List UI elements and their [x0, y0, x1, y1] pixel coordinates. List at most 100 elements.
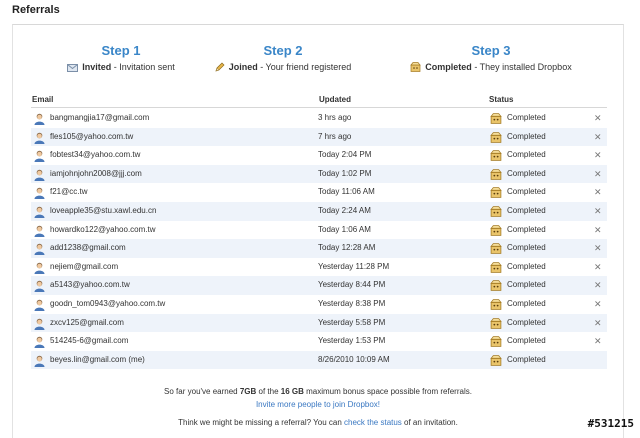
user-icon [34, 206, 45, 218]
table-row: fles105@yahoo.com.tw 7 hrs ago Completed ✕ [31, 127, 607, 147]
remove-icon[interactable]: ✕ [594, 169, 602, 180]
referral-updated: 8/26/2010 10:09 AM [318, 354, 390, 364]
user-icon [34, 113, 45, 125]
referral-status: Completed [507, 317, 546, 327]
referral-updated: Today 1:06 AM [318, 224, 371, 234]
table-row: 514245-6@gmail.com Yesterday 1:53 PM Compl… [31, 332, 607, 351]
user-icon [34, 132, 45, 144]
table-row: loveapple35@stu.xawl.edu.cn Today 2:24 AM… [31, 201, 607, 221]
referral-updated: 7 hrs ago [318, 131, 352, 141]
step-1-title: Step 1 [101, 43, 141, 58]
column-header-email[interactable]: Email [32, 95, 53, 104]
referral-updated: Yesterday 11:28 PM [318, 261, 390, 271]
referral-email: nejiem@gmail.com [50, 261, 119, 271]
column-header-updated[interactable]: Updated [319, 95, 351, 104]
remove-icon[interactable]: ✕ [594, 243, 602, 254]
referral-email: zxcv125@gmail.com [50, 317, 124, 327]
remove-icon[interactable]: ✕ [594, 262, 602, 273]
referral-email: f21@cc.tw [50, 187, 88, 197]
step-3-desc: - They installed Dropbox [471, 62, 572, 72]
referral-status: Completed [507, 298, 546, 308]
pencil-icon [215, 62, 225, 72]
user-icon [34, 336, 45, 349]
user-icon [34, 187, 45, 200]
dropbox-box-icon [490, 224, 502, 238]
referral-status: Completed [507, 261, 546, 271]
table-row: iamjohnjohn2008@jjj.com Today 1:02 PM Comp… [31, 164, 607, 184]
referrals-table: bangmangjia17@gmail.com 3 hrs ago Complete… [31, 109, 607, 370]
referral-updated: Yesterday 5:58 PM [318, 317, 386, 327]
step-2-status: Joined [228, 62, 258, 72]
dropbox-box-icon [490, 280, 502, 293]
referral-updated: 3 hrs ago [318, 113, 352, 122]
referral-status: Completed [507, 113, 546, 122]
referral-email: add1238@gmail.com [50, 243, 126, 253]
dropbox-box-icon [490, 243, 502, 256]
table-row: f21@cc.tw Today 11:06 AM Completed ✕ [31, 183, 607, 202]
referral-email: fles105@yahoo.com.tw [50, 131, 134, 141]
user-icon [34, 169, 45, 181]
referral-updated: Yesterday 8:38 PM [318, 298, 386, 308]
dropbox-box-icon [410, 62, 422, 72]
referral-status: Completed [507, 131, 546, 141]
referral-email: loveapple35@stu.xawl.edu.cn [50, 205, 157, 215]
user-icon [34, 243, 45, 256]
step-1: Step 1 Invited - Invitation sent [51, 43, 191, 73]
referral-email: iamjohnjohn2008@jjj.com [50, 168, 142, 178]
dropbox-box-icon [490, 336, 502, 349]
referral-updated: Today 2:04 PM [318, 150, 372, 160]
remove-icon[interactable]: ✕ [594, 113, 602, 124]
user-icon [34, 280, 45, 293]
referral-email: beyes.lin@gmail.com (me) [50, 354, 145, 364]
referral-updated: Today 12:28 AM [318, 243, 376, 253]
dropbox-box-icon [490, 150, 502, 163]
user-icon [34, 262, 45, 274]
remove-icon[interactable]: ✕ [594, 318, 602, 329]
user-icon [34, 355, 45, 367]
user-icon [34, 225, 45, 237]
dropbox-box-icon [490, 187, 502, 200]
dropbox-box-icon [490, 131, 502, 145]
column-header-status[interactable]: Status [489, 95, 513, 104]
table-row: a5143@yahoo.com.tw Yesterday 8:44 PM Compl… [31, 276, 607, 295]
referral-status: Completed [507, 354, 546, 364]
step-2-desc: - Your friend registered [257, 62, 352, 72]
referral-updated: Yesterday 8:44 PM [318, 280, 386, 290]
referral-status: Completed [507, 280, 546, 290]
referral-updated: Today 1:02 PM [318, 168, 372, 178]
referral-updated: Today 11:06 AM [318, 187, 375, 197]
dropbox-box-icon [490, 113, 502, 126]
table-row: goodn_tom0943@yahoo.com.tw Yesterday 8:38… [31, 295, 607, 314]
missing-referral-note: Think we might be missing a referral? Yo… [178, 418, 458, 427]
dropbox-box-icon [490, 317, 502, 331]
referral-status: Completed [507, 150, 546, 160]
table-row: fobtest34@yahoo.com.tw Today 2:04 PM Compl… [31, 146, 607, 165]
remove-icon[interactable]: ✕ [594, 187, 602, 198]
step-1-status: Invited [82, 62, 112, 72]
referral-email: 514245-6@gmail.com [50, 336, 129, 346]
remove-icon[interactable]: ✕ [594, 225, 602, 236]
referral-email: a5143@yahoo.com.tw [50, 280, 130, 290]
referral-status: Completed [507, 243, 546, 253]
remove-icon[interactable]: ✕ [594, 280, 602, 291]
table-row: bangmangjia17@gmail.com 3 hrs ago Complete… [31, 109, 607, 128]
step-3-status: Completed [425, 62, 472, 72]
step-1-desc: - Invitation sent [111, 62, 175, 72]
header-divider [31, 107, 607, 108]
remove-icon[interactable]: ✕ [594, 132, 602, 143]
referral-updated: Today 2:24 AM [318, 205, 371, 215]
referral-updated: Yesterday 1:53 PM [318, 336, 386, 346]
remove-icon[interactable]: ✕ [594, 150, 602, 161]
check-status-link[interactable]: check the status [344, 418, 402, 427]
dropbox-box-icon [490, 299, 502, 312]
referrals-panel: Step 1 Invited - Invitation sent Step 2 … [12, 24, 624, 438]
earned-amount: 7GB [239, 387, 257, 396]
table-row: beyes.lin@gmail.com (me) 8/26/2010 10:09 … [31, 350, 607, 370]
invite-more-link[interactable]: Invite more people to join Dropbox! [256, 400, 380, 409]
dropbox-box-icon [490, 261, 502, 275]
step-3: Step 3 Completed - They installed Dropbo… [406, 43, 576, 73]
remove-icon[interactable]: ✕ [594, 336, 602, 347]
remove-icon[interactable]: ✕ [594, 206, 602, 217]
remove-icon[interactable]: ✕ [594, 299, 602, 310]
steps-bar: Step 1 Invited - Invitation sent Step 2 … [13, 43, 623, 83]
